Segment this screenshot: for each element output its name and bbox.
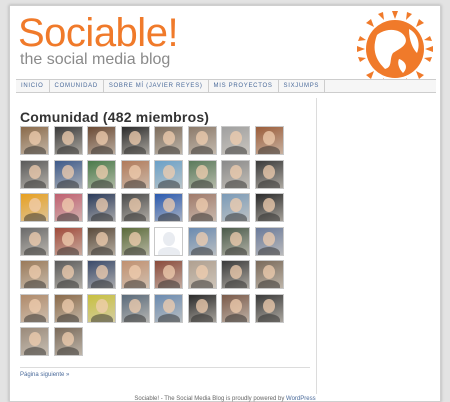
member-avatar[interactable] [87,260,116,289]
member-avatar[interactable] [87,193,116,222]
member-avatar[interactable] [53,159,83,189]
footer-wordpress-link[interactable]: WordPress [286,396,316,402]
nav-item-comunidad[interactable]: COMUNIDAD [50,80,104,92]
member-avatar[interactable] [154,293,183,323]
nav-item-sobre-mi[interactable]: SOBRE MÍ (JAVIER REYES) [104,80,209,92]
member-avatar[interactable] [53,126,83,155]
member-avatar[interactable] [221,126,250,155]
sidebar-divider [316,98,317,394]
member-avatar[interactable] [187,159,217,189]
member-avatar[interactable] [187,193,217,222]
member-avatar[interactable] [154,159,183,189]
member-avatar[interactable] [154,126,183,155]
member-avatar[interactable] [20,327,49,356]
content-divider [20,367,310,368]
main-nav: INICIO COMUNIDAD SOBRE MÍ (JAVIER REYES)… [16,79,436,93]
next-page-link[interactable]: Página siguiente » [20,372,69,378]
member-avatar[interactable] [154,226,183,256]
member-avatar[interactable] [254,193,284,222]
page-title: Comunidad (482 miembros) [20,109,210,125]
member-avatar[interactable] [187,126,217,155]
member-avatar[interactable] [187,260,217,289]
globe-logo-icon [357,11,433,85]
member-avatar[interactable] [254,226,284,256]
member-avatar[interactable] [53,327,83,356]
member-avatar[interactable] [254,126,284,155]
member-avatar[interactable] [87,293,116,323]
member-avatar[interactable] [87,226,116,256]
nav-item-inicio[interactable]: INICIO [16,80,50,92]
member-avatar[interactable] [221,293,250,323]
site-tagline: the social media blog [20,51,171,68]
footer: Sociable! - The Social Media Blog is pro… [10,396,440,402]
member-avatar[interactable] [20,293,49,323]
member-avatar[interactable] [187,293,217,323]
site-header: Sociable! the social media blog [10,6,440,85]
member-avatar[interactable] [120,226,150,256]
member-avatar[interactable] [187,226,217,256]
member-avatar[interactable] [20,193,49,222]
member-avatar[interactable] [221,260,250,289]
member-avatar[interactable] [87,126,116,155]
nav-item-mis-proyectos[interactable]: MIS PROYECTOS [209,80,279,92]
member-avatar[interactable] [53,226,83,256]
member-avatar[interactable] [53,193,83,222]
page-container: Sociable! the social media blog INICIO C… [9,5,441,402]
member-avatar[interactable] [20,260,49,289]
member-avatar[interactable] [20,159,49,189]
member-avatar[interactable] [20,226,49,256]
nav-item-sixjumps[interactable]: SIXJUMPS [279,80,326,92]
member-avatar[interactable] [87,159,116,189]
member-avatar[interactable] [221,193,250,222]
member-avatar[interactable] [20,126,49,155]
member-avatar[interactable] [254,260,284,289]
member-avatar[interactable] [221,226,250,256]
footer-text: Sociable! - The Social Media Blog is pro… [134,396,285,402]
member-avatar[interactable] [120,260,150,289]
member-avatar[interactable] [154,260,183,289]
member-avatar[interactable] [154,193,183,222]
member-avatar[interactable] [53,293,83,323]
member-avatar[interactable] [254,159,284,189]
member-avatar[interactable] [53,260,83,289]
member-avatar[interactable] [254,293,284,323]
member-avatar[interactable] [120,159,150,189]
member-avatar[interactable] [120,126,150,155]
member-avatar[interactable] [221,159,250,189]
member-avatar[interactable] [120,293,150,323]
member-avatar[interactable] [120,193,150,222]
site-title[interactable]: Sociable! [18,12,179,54]
